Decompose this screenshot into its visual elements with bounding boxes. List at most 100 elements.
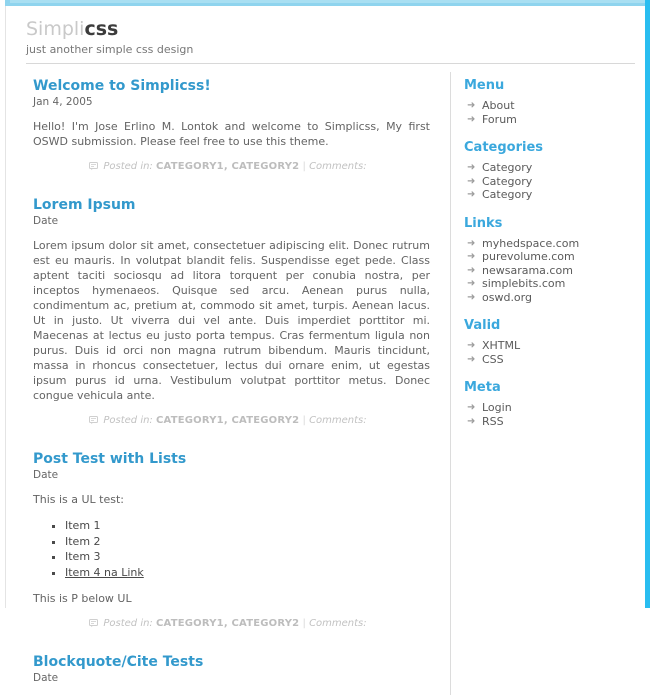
sidebar-item-label[interactable]: simplebits.com (482, 277, 565, 290)
list-item[interactable]: Item 4 na Link (65, 565, 430, 581)
sidebar-block-valid: Valid ➜ XHTML ➜ CSS (464, 318, 621, 366)
test-unordered-list: Item 1 Item 2 Item 3 Item 4 na Link (33, 518, 430, 580)
sidebar-item-xhtml[interactable]: ➜ XHTML (464, 339, 621, 353)
sidebar: Menu ➜ About ➜ Forum Categories ➜ Category … (451, 64, 631, 442)
comments-link[interactable]: Comments: (309, 415, 367, 426)
meta-separator: | (302, 415, 306, 426)
arrow-right-icon: ➜ (467, 402, 476, 413)
post-lists: Post Test with Lists Date This is a UL t… (26, 451, 430, 606)
sidebar-heading: Meta (464, 380, 501, 395)
sidebar-item-myhedspace[interactable]: ➜ myhedspace.com (464, 237, 621, 251)
posted-in-label: Posted in: (103, 618, 153, 629)
post-lorem-ipsum: Lorem Ipsum Date Lorem ipsum dolor sit a… (26, 197, 430, 403)
comments-link[interactable]: Comments: (309, 618, 367, 629)
arrow-right-icon: ➜ (467, 251, 476, 262)
post-meta: Posted in: CATEGORY1, CATEGORY2 | Commen… (26, 414, 430, 429)
sidebar-item-login[interactable]: ➜ Login (464, 401, 621, 415)
sidebar-block-menu: Menu ➜ About ➜ Forum (464, 78, 621, 126)
layout-columns: Welcome to Simplicss! Jan 4, 2005 Hello!… (6, 64, 645, 695)
sidebar-item-rss[interactable]: ➜ RSS (464, 415, 621, 429)
arrow-right-icon: ➜ (467, 162, 476, 173)
meta-separator: | (302, 618, 306, 629)
post-date: Date (33, 672, 59, 684)
sidebar-list: ➜ Category ➜ Category ➜ Category (464, 161, 621, 202)
sidebar-item-label[interactable]: Category (482, 161, 532, 174)
sidebar-item-label[interactable]: RSS (482, 415, 504, 428)
post-date: Jan 4, 2005 (33, 96, 93, 108)
sidebar-item-label[interactable]: myhedspace.com (482, 237, 579, 250)
arrow-right-icon: ➜ (467, 340, 476, 351)
sidebar-item-oswd[interactable]: ➜ oswd.org (464, 291, 621, 305)
sidebar-item-label[interactable]: newsarama.com (482, 264, 573, 277)
list-item-link[interactable]: Item 4 na Link (65, 566, 144, 579)
arrow-right-icon: ➜ (467, 237, 476, 249)
posted-in-label: Posted in: (103, 415, 153, 426)
list-item: Item 1 (65, 518, 430, 534)
sidebar-item-about[interactable]: ➜ About (464, 99, 621, 113)
sidebar-item-label[interactable]: Login (482, 401, 512, 414)
sidebar-heading: Categories (464, 140, 544, 155)
sidebar-list: ➜ XHTML ➜ CSS (464, 339, 621, 366)
sidebar-list: ➜ Login ➜ RSS (464, 401, 621, 428)
post-title[interactable]: Lorem Ipsum (33, 197, 430, 214)
arrow-right-icon: ➜ (467, 291, 476, 303)
sidebar-item-category[interactable]: ➜ Category (464, 188, 621, 202)
site-header: Simplicss just another simple css design (6, 6, 645, 63)
comment-bubble-icon (89, 416, 100, 429)
site-logo[interactable]: Simplicss (26, 18, 629, 40)
sidebar-item-purevolume[interactable]: ➜ purevolume.com (464, 250, 621, 264)
list-intro-paragraph: This is a UL test: (33, 493, 125, 506)
right-accent-bar (645, 0, 650, 608)
sidebar-block-links: Links ➜ myhedspace.com ➜ purevolume.com ➜ n… (464, 216, 621, 305)
list-item-label: Item 1 (65, 519, 101, 532)
list-item: Item 3 (65, 549, 430, 565)
list-item: Item 2 (65, 534, 430, 550)
sidebar-item-label[interactable]: Category (482, 175, 532, 188)
sidebar-item-label[interactable]: oswd.org (482, 291, 532, 304)
sidebar-item-label[interactable]: CSS (482, 353, 504, 366)
sidebar-item-forum[interactable]: ➜ Forum (464, 113, 621, 127)
post-meta: Posted in: CATEGORY1, CATEGORY2 | Commen… (26, 160, 430, 175)
post-date: Date (33, 469, 59, 481)
arrow-right-icon: ➜ (467, 189, 476, 200)
sidebar-item-simplebits[interactable]: ➜ simplebits.com (464, 277, 621, 291)
site-tagline: just another simple css design (26, 43, 194, 56)
post-paragraph: Lorem ipsum dolor sit amet, consectetuer… (33, 239, 430, 402)
sidebar-block-categories: Categories ➜ Category ➜ Category ➜ Category (464, 140, 621, 202)
sidebar-heading: Valid (464, 318, 501, 333)
sidebar-item-label[interactable]: purevolume.com (482, 250, 575, 263)
sidebar-item-label[interactable]: XHTML (482, 339, 520, 352)
sidebar-item-label[interactable]: Forum (482, 113, 517, 126)
top-accent-bar-inner (10, 0, 650, 3)
post-date: Date (33, 215, 59, 227)
sidebar-item-css[interactable]: ➜ CSS (464, 353, 621, 367)
post-categories[interactable]: CATEGORY1, CATEGORY2 (156, 415, 299, 426)
sidebar-list: ➜ About ➜ Forum (464, 99, 621, 126)
arrow-right-icon: ➜ (467, 100, 476, 111)
post-title[interactable]: Blockquote/Cite Tests (33, 654, 430, 671)
post-categories[interactable]: CATEGORY1, CATEGORY2 (156, 618, 299, 629)
post-title[interactable]: Welcome to Simplicss! (33, 78, 430, 95)
sidebar-item-newsarama[interactable]: ➜ newsarama.com (464, 264, 621, 278)
post-body: Hello! I'm Jose Erlino M. Lontok and wel… (26, 119, 430, 149)
post-blockquote: Blockquote/Cite Tests Date (26, 654, 430, 684)
comments-link[interactable]: Comments: (309, 161, 367, 172)
sidebar-heading: Links (464, 215, 503, 231)
post-categories[interactable]: CATEGORY1, CATEGORY2 (156, 161, 299, 172)
main-content: Welcome to Simplicss! Jan 4, 2005 Hello!… (6, 64, 450, 695)
sidebar-item-label[interactable]: Category (482, 188, 532, 201)
sidebar-item-category[interactable]: ➜ Category (464, 161, 621, 175)
page-wrapper: Simplicss just another simple css design… (6, 6, 645, 695)
list-item-label: Item 3 (65, 550, 101, 563)
arrow-right-icon: ➜ (467, 264, 476, 276)
post-title[interactable]: Post Test with Lists (33, 451, 430, 468)
comment-bubble-icon (89, 162, 100, 175)
post-body: This is a UL test: Item 1 Item 2 Item 3 … (26, 492, 430, 606)
post-meta: Posted in: CATEGORY1, CATEGORY2 | Commen… (26, 617, 430, 632)
logo-text-dark: css (84, 18, 119, 40)
logo-text-light: Simpli (26, 18, 85, 40)
sidebar-item-category[interactable]: ➜ Category (464, 175, 621, 189)
posted-in-label: Posted in: (103, 161, 153, 172)
comment-bubble-icon (89, 619, 100, 632)
sidebar-item-label[interactable]: About (482, 99, 515, 112)
